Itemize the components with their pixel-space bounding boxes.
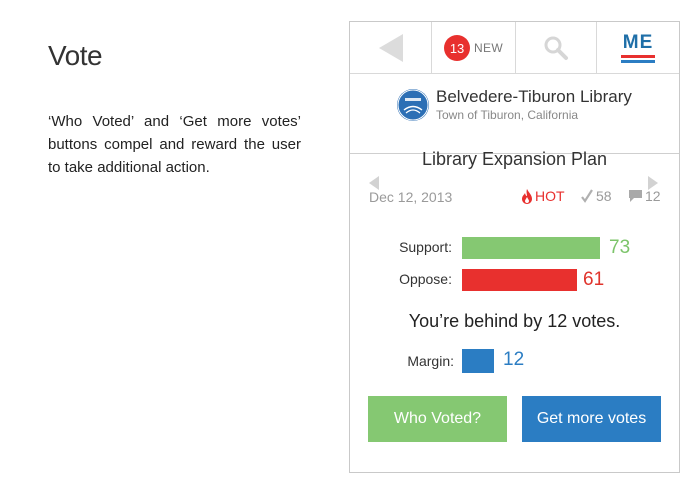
new-items-button[interactable]: 13 NEW [432,22,516,74]
page-title: Vote [48,40,103,71]
library-seal-icon [397,89,429,121]
search-button[interactable] [516,22,597,74]
checkmark-icon [581,189,593,203]
support-bar [462,237,600,259]
oppose-value: 61 [583,269,605,290]
support-value: 73 [609,237,631,258]
new-label: NEW [474,41,503,55]
vote-count-value: 58 [596,188,612,204]
comment-icon [629,190,642,202]
comment-count: 12 [628,188,661,204]
me-logo-icon: ME [621,33,655,63]
oppose-bar [462,269,577,291]
oppose-label: Oppose: [399,271,452,287]
get-more-votes-button[interactable]: Get more votes [522,396,661,442]
margin-bar [462,349,494,373]
logo-text: ME [622,32,654,53]
top-nav-bar: 13 NEW ME [350,22,679,74]
who-voted-button[interactable]: Who Voted? [368,396,507,442]
issue-title: Library Expansion Plan [421,149,608,169]
logo-red-bar [621,55,655,58]
app-logo-button[interactable]: ME [597,22,679,74]
comment-count-value: 12 [645,188,661,204]
margin-value: 12 [503,349,525,370]
page-description: ‘Who Voted’ and ‘Get more votes’ buttons… [48,113,301,176]
logo-blue-bar [621,60,655,63]
search-icon [544,36,568,60]
flame-icon [522,188,532,204]
vote-count: 58 [581,188,612,204]
hot-label: HOT [535,188,565,204]
margin-label: Margin: [407,353,454,369]
organization-subtitle: Town of Tiburon, California [436,108,579,122]
back-button[interactable] [350,22,432,74]
support-label: Support: [399,239,452,255]
back-arrow-icon [378,34,403,62]
issue-date: Dec 12, 2013 [369,189,453,205]
organization-header: Belvedere-Tiburon Library Town of Tiburo… [350,75,679,154]
phone-screen: 13 NEW ME Belvedere-Tiburon Library Town… [349,21,680,473]
new-count-badge: 13 [444,35,471,61]
hot-badge: HOT [521,188,565,204]
vote-status-text: You’re behind by 12 votes. [408,311,621,331]
organization-name: Belvedere-Tiburon Library [436,87,632,106]
